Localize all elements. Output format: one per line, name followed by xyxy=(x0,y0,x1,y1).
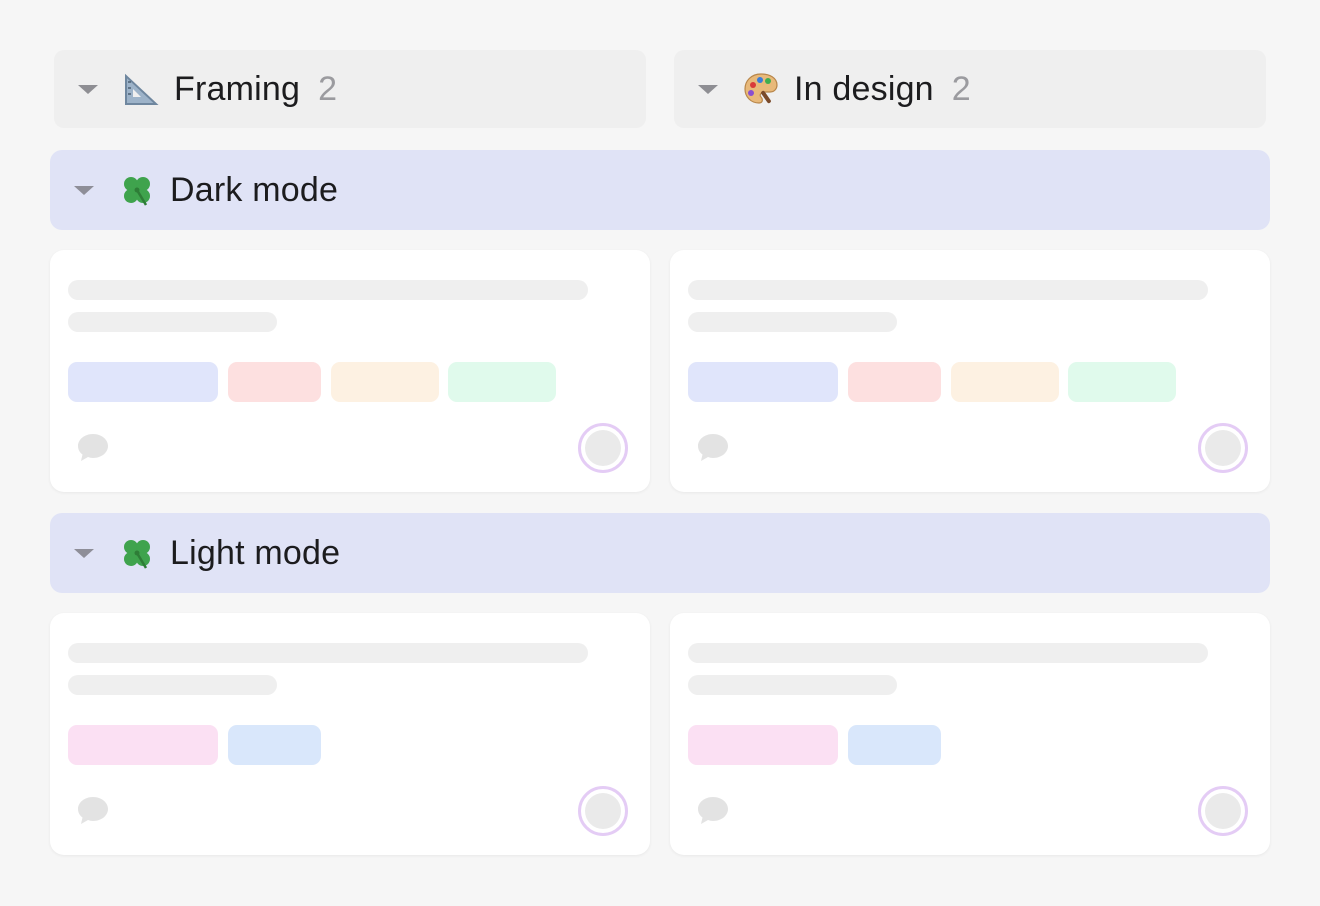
group-title: Dark mode xyxy=(170,170,339,209)
task-card[interactable] xyxy=(670,613,1270,855)
four-leaf-clover-icon xyxy=(118,534,156,572)
task-card[interactable] xyxy=(670,250,1270,492)
column-title: In design xyxy=(794,69,934,108)
tag-pill xyxy=(848,725,941,765)
tag-pill xyxy=(331,362,439,402)
four-leaf-clover-icon xyxy=(118,171,156,209)
placeholder-title-line xyxy=(688,280,1208,300)
column-count: 2 xyxy=(318,69,338,108)
group-title: Light mode xyxy=(170,533,341,572)
tag-pill xyxy=(68,362,218,402)
caret-down-icon[interactable] xyxy=(74,185,94,195)
placeholder-subtitle-line xyxy=(68,312,277,332)
placeholder-title-line xyxy=(68,643,588,663)
placeholder-subtitle-line xyxy=(688,312,897,332)
tag-pill xyxy=(68,725,218,765)
placeholder-title-line xyxy=(68,280,588,300)
group-header-light-mode[interactable]: Light mode xyxy=(50,513,1270,593)
tag-pill xyxy=(228,362,321,402)
tag-pill xyxy=(951,362,1059,402)
tag-pill xyxy=(688,362,838,402)
tag-pill xyxy=(848,362,941,402)
artist-palette-icon xyxy=(742,70,780,108)
tag-pill xyxy=(1068,362,1176,402)
comment-icon[interactable] xyxy=(76,793,110,827)
column-header-in-design[interactable]: In design 2 xyxy=(674,50,1266,128)
tag-pill xyxy=(448,362,556,402)
avatar[interactable] xyxy=(578,423,628,473)
column-header-framing[interactable]: Framing 2 xyxy=(54,50,646,128)
task-card[interactable] xyxy=(50,250,650,492)
caret-down-icon[interactable] xyxy=(698,84,718,94)
caret-down-icon[interactable] xyxy=(74,548,94,558)
triangular-ruler-icon xyxy=(122,70,160,108)
group-header-dark-mode[interactable]: Dark mode xyxy=(50,150,1270,230)
avatar[interactable] xyxy=(1198,786,1248,836)
placeholder-subtitle-line xyxy=(68,675,277,695)
column-title: Framing xyxy=(174,69,301,108)
avatar[interactable] xyxy=(1198,423,1248,473)
tag-pill xyxy=(228,725,321,765)
avatar[interactable] xyxy=(578,786,628,836)
column-count: 2 xyxy=(951,69,971,108)
caret-down-icon[interactable] xyxy=(78,84,98,94)
comment-icon[interactable] xyxy=(696,793,730,827)
placeholder-title-line xyxy=(688,643,1208,663)
task-card[interactable] xyxy=(50,613,650,855)
comment-icon[interactable] xyxy=(76,430,110,464)
tag-pill xyxy=(688,725,838,765)
comment-icon[interactable] xyxy=(696,430,730,464)
placeholder-subtitle-line xyxy=(688,675,897,695)
